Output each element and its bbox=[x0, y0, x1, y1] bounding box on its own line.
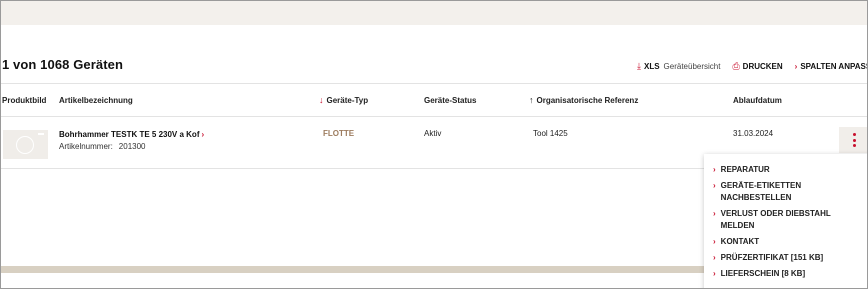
menu-item-label: LIEFERSCHEIN [8 KB] bbox=[720, 269, 806, 278]
row-actions-menu: › REPARATUR › GERÄTE-ETIKETTEN NACHBESTE… bbox=[704, 154, 867, 288]
column-header-type[interactable]: ↓ Geräte-Typ bbox=[319, 95, 369, 106]
chevron-right-icon: › bbox=[713, 269, 716, 278]
page-frame: 1 von 1068 Geräten ⤓ XLS Geräteübersicht… bbox=[0, 0, 868, 289]
dot bbox=[852, 133, 856, 136]
print-button[interactable]: ⎙ DRUCKEN bbox=[732, 60, 783, 71]
menu-item-label: PRÜFZERTIFIKAT [151 KB] bbox=[720, 253, 824, 262]
menu-item-contact[interactable]: › KONTAKT bbox=[704, 236, 867, 248]
results-count-title: 1 von 1068 Geräten bbox=[2, 57, 124, 72]
row-actions-button[interactable] bbox=[839, 127, 867, 153]
menu-item-repair[interactable]: › REPARATUR bbox=[704, 164, 867, 176]
menu-item-label: VERLUST ODER DIEBSTAHL MELDEN bbox=[720, 209, 831, 230]
table-toolbar: ⤓ XLS Geräteübersicht ⎙ DRUCKEN › SPALTE… bbox=[637, 59, 867, 73]
chevron-right-icon: › bbox=[713, 209, 716, 218]
column-header-name[interactable]: Artikelbezeichnung bbox=[59, 96, 133, 105]
header-band bbox=[1, 1, 867, 25]
menu-item-reorder-labels[interactable]: › GERÄTE-ETIKETTEN NACHBESTELLEN bbox=[704, 180, 867, 204]
column-header-expiry-label: Ablaufdatum bbox=[733, 96, 782, 105]
sort-up-arrow-icon: ↑ bbox=[529, 95, 534, 105]
product-name-link[interactable]: Bohrhammer TESTK TE 5 230V a Kof › bbox=[59, 130, 207, 139]
menu-item-label: REPARATUR bbox=[720, 165, 770, 174]
device-status: Aktiv bbox=[424, 129, 442, 138]
divider bbox=[1, 116, 867, 117]
column-header-status-label: Geräte-Status bbox=[424, 96, 477, 105]
print-label: DRUCKEN bbox=[742, 61, 783, 71]
chevron-right-icon: › bbox=[713, 165, 716, 174]
article-number-value: 201300 bbox=[118, 142, 146, 151]
dot bbox=[852, 144, 856, 147]
product-image-placeholder-icon bbox=[16, 136, 34, 154]
kebab-menu-icon bbox=[852, 133, 856, 147]
column-header-ref[interactable]: ↑ Organisatorische Referenz bbox=[529, 95, 639, 106]
organizational-reference: Tool 1425 bbox=[533, 129, 568, 138]
chevron-right-icon: › bbox=[713, 237, 716, 246]
xls-label: XLS bbox=[643, 61, 660, 71]
printer-icon: ⎙ bbox=[732, 60, 740, 71]
chevron-right-icon: › bbox=[713, 181, 716, 190]
product-image[interactable] bbox=[3, 130, 48, 159]
column-header-name-label: Artikelbezeichnung bbox=[59, 96, 133, 105]
menu-item-report-loss[interactable]: › VERLUST ODER DIEBSTAHL MELDEN bbox=[704, 208, 867, 232]
xls-sublabel: Geräteübersicht bbox=[663, 61, 721, 71]
column-header-type-label: Geräte-Typ bbox=[326, 96, 369, 105]
xls-export-button[interactable]: ⤓ XLS Geräteübersicht bbox=[637, 60, 721, 71]
chevron-right-icon: › bbox=[713, 253, 716, 262]
divider bbox=[1, 83, 867, 84]
dot bbox=[852, 138, 856, 142]
sort-down-arrow-icon: ↓ bbox=[319, 95, 324, 105]
article-number: Artikelnummer: 201300 bbox=[59, 142, 146, 151]
column-header-status[interactable]: Geräte-Status bbox=[424, 96, 476, 105]
adjust-columns-label: SPALTEN ANPASSEN bbox=[800, 61, 867, 71]
device-type: FLOTTE bbox=[323, 129, 355, 138]
product-name: Bohrhammer TESTK TE 5 230V a Kof bbox=[59, 130, 200, 139]
chevron-right-icon: › bbox=[201, 130, 205, 139]
column-header-expiry[interactable]: Ablaufdatum bbox=[733, 96, 782, 105]
menu-item-label: KONTAKT bbox=[720, 237, 760, 246]
column-header-image-label: Produktbild bbox=[2, 96, 47, 105]
menu-item-delivery-note[interactable]: › LIEFERSCHEIN [8 KB] bbox=[704, 268, 867, 280]
expiry-date: 31.03.2024 bbox=[733, 129, 774, 138]
chevron-right-icon: › bbox=[794, 61, 798, 71]
product-image-detail bbox=[38, 133, 44, 135]
menu-item-test-certificate[interactable]: › PRÜFZERTIFIKAT [151 KB] bbox=[704, 252, 867, 264]
download-icon: ⤓ bbox=[637, 60, 641, 71]
adjust-columns-button[interactable]: › SPALTEN ANPASSEN bbox=[794, 61, 867, 71]
menu-item-label: GERÄTE-ETIKETTEN NACHBESTELLEN bbox=[720, 181, 802, 202]
column-header-ref-label: Organisatorische Referenz bbox=[536, 96, 639, 105]
column-header-image: Produktbild bbox=[2, 96, 46, 105]
article-number-label: Artikelnummer: bbox=[59, 142, 113, 151]
